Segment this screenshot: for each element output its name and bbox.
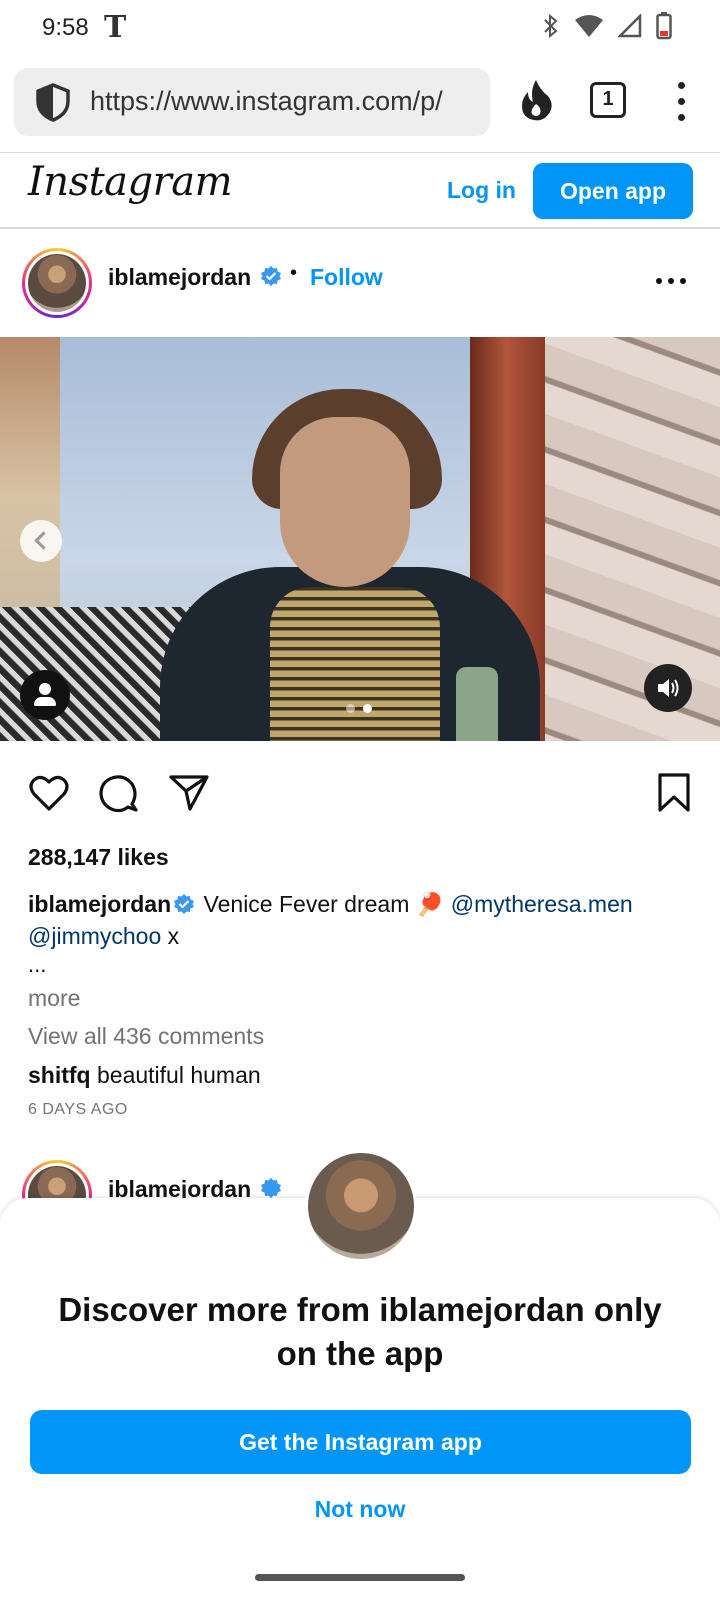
view-all-comments-link[interactable]: View all 436 comments	[28, 1023, 264, 1050]
post-username[interactable]: iblamejordan	[108, 264, 251, 291]
home-indicator[interactable]	[255, 1574, 465, 1581]
system-icons	[542, 12, 672, 40]
wifi-icon	[575, 15, 603, 37]
likes-count[interactable]: 288,147 likes	[28, 844, 169, 871]
verified-badge-icon	[261, 1178, 281, 1198]
tabs-button[interactable]: 1	[590, 82, 626, 118]
like-heart-icon[interactable]	[28, 772, 70, 814]
fire-icon[interactable]	[518, 78, 554, 122]
share-icon[interactable]	[168, 772, 210, 814]
get-app-button[interactable]: Get the Instagram app	[30, 1410, 691, 1474]
shield-icon[interactable]	[34, 82, 72, 122]
browser-toolbar: https://www.instagram.com/p/ 1	[0, 66, 720, 138]
battery-icon	[656, 12, 672, 40]
verified-badge-icon	[261, 266, 281, 286]
comment-icon[interactable]	[98, 772, 140, 814]
post-actions	[0, 766, 720, 822]
avatar[interactable]	[22, 248, 92, 318]
post-header: iblamejordan • Follow	[0, 232, 720, 334]
avatar-image	[28, 254, 86, 312]
caption-username[interactable]: iblamejordan	[28, 891, 171, 917]
carrier-icon: T	[104, 10, 127, 45]
save-bookmark-icon[interactable]	[656, 772, 692, 814]
post-timestamp[interactable]: 6 DAYS AGO	[28, 1101, 128, 1119]
more-options-icon[interactable]	[656, 278, 688, 286]
comment-username[interactable]: shitfq	[28, 1062, 91, 1088]
status-bar: 9:58 T	[0, 0, 720, 56]
verified-badge-icon	[174, 894, 195, 914]
instagram-logo[interactable]: Instagram	[28, 159, 233, 205]
tagged-users-button[interactable]	[20, 670, 70, 720]
separator-dot: •	[290, 262, 298, 284]
bluetooth-icon	[544, 13, 558, 39]
follow-button[interactable]: Follow	[310, 264, 383, 291]
post-username[interactable]: iblamejordan	[108, 1176, 251, 1200]
comment-item: shitfq beautiful human	[28, 1062, 261, 1089]
mention-link[interactable]: @jimmychoo	[28, 923, 161, 949]
login-link[interactable]: Log in	[447, 177, 516, 204]
carousel-dot-active	[363, 704, 372, 713]
signal-icon	[618, 14, 642, 38]
carousel-dot	[346, 704, 355, 713]
carousel-indicator	[346, 704, 372, 713]
mention-link[interactable]: @mytheresa.men	[451, 891, 633, 917]
browser-menu-button[interactable]	[672, 82, 692, 122]
sheet-title: Discover more from iblamejordan only on …	[58, 1291, 662, 1372]
sheet-avatar	[305, 1150, 417, 1262]
url-text[interactable]: https://www.instagram.com/p/	[90, 86, 482, 117]
avatar[interactable]	[22, 1160, 92, 1200]
address-bar[interactable]: https://www.instagram.com/p/	[14, 68, 490, 136]
sound-toggle-button[interactable]	[644, 664, 692, 712]
carousel-prev-button[interactable]	[20, 520, 62, 562]
open-app-button[interactable]: Open app	[533, 163, 693, 219]
speaker-icon	[658, 679, 679, 697]
caption-trailing: x	[167, 923, 180, 949]
comment-text: beautiful human	[97, 1062, 261, 1088]
instagram-header: Instagram Log in Open app	[0, 153, 720, 229]
caption-text: Venice Fever dream 🏓	[203, 891, 445, 917]
user-icon	[39, 683, 51, 695]
caption-ellipsis: ...	[28, 952, 47, 977]
not-now-button[interactable]: Not now	[0, 1496, 720, 1523]
caption-more-link[interactable]: more	[28, 985, 80, 1012]
post-media[interactable]	[0, 337, 720, 741]
post-caption: iblamejordan Venice Fever dream 🏓 @mythe…	[28, 888, 698, 952]
status-time: 9:58	[42, 14, 89, 41]
